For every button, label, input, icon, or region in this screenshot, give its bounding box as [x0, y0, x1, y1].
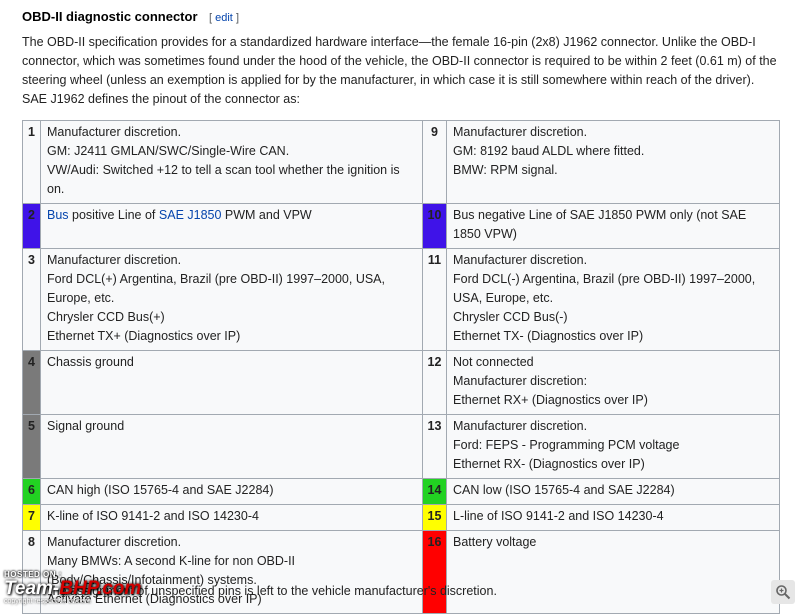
- pin-description-line: Manufacturer discretion.: [453, 125, 588, 139]
- pin-description-line: L-line of ISO 9141-2 and ISO 14230-4: [453, 509, 664, 523]
- pin-description-line: Ethernet TX- (Diagnostics over IP): [453, 329, 644, 343]
- pin-number: 2: [22, 203, 41, 249]
- pin-description-line: Chassis ground: [47, 355, 134, 369]
- pin-description: Signal ground: [40, 414, 423, 479]
- pin-description: Manufacturer discretion. Ford DCL(-) Arge…: [446, 248, 780, 351]
- pin-number: 3: [22, 248, 41, 351]
- pin-description: CAN low (ISO 15765-4 and SAE J2284): [446, 478, 780, 505]
- pin-description-line: Ford DCL(+) Argentina, Brazil (pre OBD-I…: [47, 272, 385, 305]
- pin-description-line: BMW: RPM signal.: [453, 163, 558, 177]
- pin-number: 7: [22, 504, 41, 531]
- pin-description: Bus negative Line of SAE J1850 PWM only …: [446, 203, 780, 249]
- footer-note: The assignment of unspecified pins is le…: [45, 584, 497, 598]
- pin-description-line: Manufacturer discretion.: [453, 253, 588, 267]
- pin-description: Battery voltage: [446, 530, 780, 614]
- pin-description-line: Ford DCL(-) Argentina, Brazil (pre OBD-I…: [453, 272, 756, 305]
- pin-description-line: Ethernet RX- (Diagnostics over IP): [453, 457, 645, 471]
- pin-description-line: Chrysler CCD Bus(+): [47, 310, 165, 324]
- pin-description: L-line of ISO 9141-2 and ISO 14230-4: [446, 504, 780, 531]
- pin-description: Manufacturer discretion. GM: 8192 baud AL…: [446, 120, 780, 204]
- pin-description: K-line of ISO 9141-2 and ISO 14230-4: [40, 504, 423, 531]
- pin-description-line: CAN high (ISO 15765-4 and SAE J2284): [47, 483, 274, 497]
- pin-number: 13: [422, 414, 447, 479]
- pin-description: Manufacturer discretion. GM: J2411 GMLAN/…: [40, 120, 423, 204]
- pin-description-line: K-line of ISO 9141-2 and ISO 14230-4: [47, 509, 259, 523]
- pin-row: 1 Manufacturer discretion. GM: J2411 GMLAN…: [22, 120, 780, 204]
- edit-section-link-wrapper: [ edit ]: [209, 12, 239, 24]
- pin-description: Manufacturer discretion. Ford DCL(+) Arge…: [40, 248, 423, 351]
- pin-row: 8 Manufacturer discretion. Many BMWs: A se…: [22, 530, 780, 614]
- pin-row: 6 CAN high (ISO 15765-4 and SAE J2284) 14 C…: [22, 478, 780, 505]
- pin-description-line: Ethernet TX+ (Diagnostics over IP): [47, 329, 241, 343]
- pin-number: 14: [422, 478, 447, 505]
- pin-description-line: VW/Audi: Switched +12 to tell a scan too…: [47, 163, 400, 196]
- zoom-button[interactable]: [771, 580, 795, 604]
- pin-description: Bus positive Line of SAE J1850 PWM and V…: [40, 203, 423, 249]
- pin-description: Not connected Manufacturer discretion: Eth…: [446, 350, 780, 415]
- intro-paragraph: The OBD-II specification provides for a …: [22, 35, 777, 106]
- pinout-table: 1 Manufacturer discretion. GM: J2411 GMLAN…: [22, 120, 780, 614]
- article-page: OBD-II diagnostic connector [ edit ] The…: [0, 0, 800, 614]
- pin-description-line: Manufacturer discretion.: [47, 125, 182, 139]
- pin-description-line: Manufacturer discretion.: [453, 419, 588, 433]
- pin-description-line: Signal ground: [47, 419, 125, 433]
- pin-number: 10: [422, 203, 447, 249]
- pin-description-line: Bus negative Line of SAE J1850 PWM only …: [453, 208, 747, 241]
- pin-description-line: CAN low (ISO 15765-4 and SAE J2284): [453, 483, 675, 497]
- pin-number: 8: [22, 530, 41, 614]
- edit-section-link[interactable]: edit: [215, 12, 233, 24]
- pin-number: 1: [22, 120, 41, 204]
- magnifier-zoom-icon: [776, 585, 791, 600]
- pin-description-line: Battery voltage: [453, 535, 537, 549]
- pin-number: 11: [422, 248, 447, 351]
- section-header: OBD-II diagnostic connector [ edit ]: [22, 9, 239, 24]
- pin-row: 4 Chassis ground 12 Not connected Manufactur…: [22, 350, 780, 415]
- pin-number: 15: [422, 504, 447, 531]
- pin-description: Chassis ground: [40, 350, 423, 415]
- pin-description: Manufacturer discretion. Ford: FEPS - Pro…: [446, 414, 780, 479]
- pin-row: 7 K-line of ISO 9141-2 and ISO 14230-4 15 L…: [22, 504, 780, 531]
- sae-j1850-link[interactable]: SAE J1850: [159, 208, 222, 222]
- pin-description-line: Manufacturer discretion.: [47, 253, 182, 267]
- pin-number: 16: [422, 530, 447, 614]
- pin-description: CAN high (ISO 15765-4 and SAE J2284): [40, 478, 423, 505]
- pin-number: 6: [22, 478, 41, 505]
- pin-description-line: Manufacturer discretion.: [47, 535, 182, 549]
- pin-number: 5: [22, 414, 41, 479]
- pin-number: 12: [422, 350, 447, 415]
- pin-number: 9: [422, 120, 447, 204]
- pin-description: Manufacturer discretion. Many BMWs: A sec…: [40, 530, 423, 614]
- pin-description-line: GM: J2411 GMLAN/SWC/Single-Wire CAN.: [47, 144, 290, 158]
- pin-description-line: Not connected: [453, 355, 534, 369]
- pin-description-line: GM: 8192 baud ALDL where fitted.: [453, 144, 645, 158]
- pin-number: 4: [22, 350, 41, 415]
- pin-row: 3 Manufacturer discretion. Ford DCL(+) Arg…: [22, 248, 780, 351]
- bus-link[interactable]: Bus: [47, 208, 69, 222]
- pin-description-line: Ethernet RX+ (Diagnostics over IP): [453, 393, 648, 407]
- pin-row: 5 Signal ground 13 Manufacturer discretion.…: [22, 414, 780, 479]
- pin-description-line: Manufacturer discretion:: [453, 374, 588, 388]
- section-title: OBD-II diagnostic connector: [22, 9, 198, 24]
- pin-row: 2 Bus positive Line of SAE J1850 PWM and …: [22, 203, 780, 249]
- pin-description-line: Ford: FEPS - Programming PCM voltage: [453, 438, 680, 452]
- pin-description-line: Chrysler CCD Bus(-): [453, 310, 568, 324]
